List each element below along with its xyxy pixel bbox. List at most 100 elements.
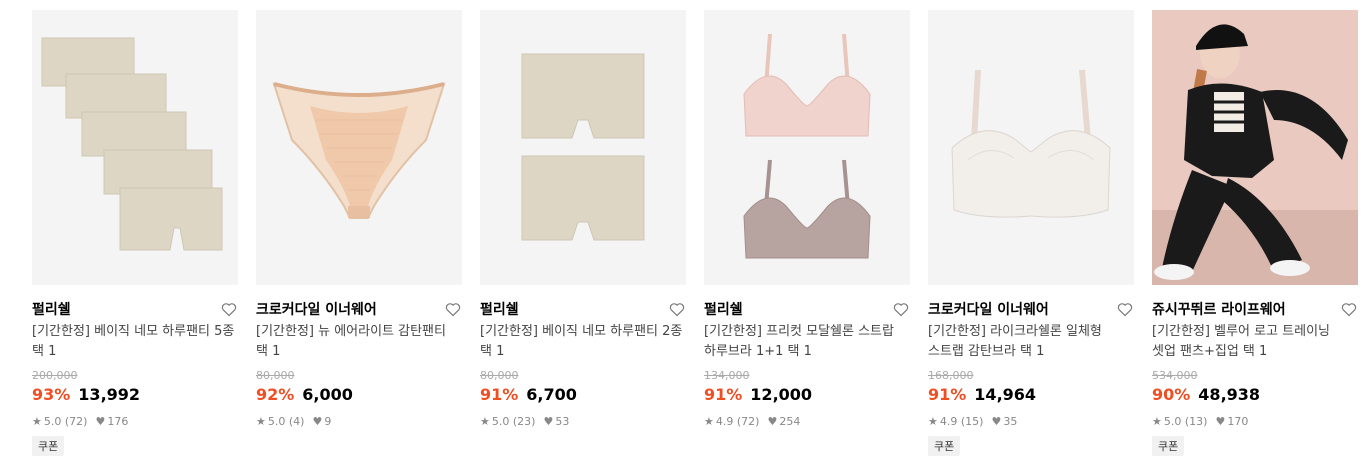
product-image[interactable] [480, 10, 686, 285]
discount-rate: 91% [928, 385, 967, 404]
discount-rate: 91% [480, 385, 519, 404]
product-image[interactable] [256, 10, 462, 285]
price-row: 91% 12,000 [704, 385, 910, 407]
brand-name[interactable]: 펄리쉘 [704, 299, 743, 319]
sale-price: 13,992 [78, 385, 141, 404]
product-image[interactable] [1152, 10, 1358, 285]
product-name[interactable]: [기간한정] 프리컷 모달쉘론 스트랍 하루브라 1+1 택 1 [704, 322, 910, 362]
pink-and-mauve-bralettes-icon [704, 10, 910, 285]
review-meta: ★ 5.0 (4) ♥ 9 [256, 413, 462, 429]
sale-price: 6,000 [302, 385, 353, 404]
product-name[interactable]: [기간한정] 벨루어 로고 트레이닝 셋업 팬츠+집업 택 1 [1152, 322, 1358, 362]
product-name[interactable]: [기간한정] 뉴 에어라이트 감탄팬티 택 1 [256, 322, 462, 362]
price-row: 90% 48,938 [1152, 385, 1358, 407]
discount-rate: 90% [1152, 385, 1191, 404]
coupon-badge: 쿠폰 [1152, 436, 1185, 456]
price-row: 92% 6,000 [256, 385, 462, 407]
star-icon: ★ [256, 414, 266, 428]
product-name[interactable]: [기간한정] 라이크라쉘론 일체형 스트랩 감탄브라 택 1 [928, 322, 1134, 362]
price-row: 91% 14,964 [928, 385, 1134, 407]
like-count: 35 [1003, 414, 1018, 428]
heart-icon[interactable] [444, 300, 462, 318]
product-image[interactable] [32, 10, 238, 285]
brand-row: 펄리쉘 [704, 300, 910, 318]
heart-filled-icon: ♥ [543, 414, 554, 428]
star-icon: ★ [704, 414, 714, 428]
heart-filled-icon: ♥ [767, 414, 778, 428]
rating: 5.0 (13) [1163, 414, 1208, 428]
ivory-seamless-bra-icon [928, 10, 1134, 285]
brand-name[interactable]: 펄리쉘 [32, 299, 71, 319]
heart-filled-icon: ♥ [1215, 414, 1226, 428]
product-card[interactable]: 펄리쉘 [기간한정] 베이직 네모 하루팬티 2종 택 1 80,000 91%… [480, 10, 686, 429]
likes: ♥ 53 [543, 415, 569, 428]
likes: ♥ 35 [991, 415, 1017, 428]
review-meta: ★ 4.9 (15) ♥ 35 [928, 413, 1134, 429]
discount-rate: 92% [256, 385, 295, 404]
product-card[interactable]: 크로커다일 이너웨어 [기간한정] 뉴 에어라이트 감탄팬티 택 1 80,00… [256, 10, 462, 429]
price-row: 93% 13,992 [32, 385, 238, 407]
product-card[interactable]: 쥬시꾸뛰르 라이프웨어 [기간한정] 벨루어 로고 트레이닝 셋업 팬츠+집업 … [1152, 10, 1358, 456]
original-price: 80,000 [256, 369, 295, 382]
original-price: 200,000 [32, 369, 78, 382]
review-meta: ★ 5.0 (72) ♥ 176 [32, 413, 238, 429]
product-name[interactable]: [기간한정] 베이직 네모 하루팬티 2종 택 1 [480, 322, 686, 362]
coupon-badge: 쿠폰 [32, 436, 65, 456]
heart-filled-icon: ♥ [312, 414, 323, 428]
rating: 4.9 (72) [715, 414, 760, 428]
star-icon: ★ [32, 414, 42, 428]
sale-price: 48,938 [1198, 385, 1261, 404]
product-card[interactable]: 크로커다일 이너웨어 [기간한정] 라이크라쉘론 일체형 스트랩 감탄브라 택 … [928, 10, 1134, 456]
coupon-badge: 쿠폰 [928, 436, 961, 456]
peach-lace-panty-icon [256, 10, 462, 285]
like-count: 53 [555, 414, 570, 428]
original-price: 168,000 [928, 369, 974, 382]
heart-filled-icon: ♥ [991, 414, 1002, 428]
like-count: 9 [324, 414, 332, 428]
discount-rate: 91% [704, 385, 743, 404]
beige-boxer-briefs-stack-icon [32, 10, 238, 285]
discount-rate: 93% [32, 385, 71, 404]
product-name[interactable]: [기간한정] 베이직 네모 하루팬티 5종 택 1 [32, 322, 238, 362]
original-price: 80,000 [480, 369, 519, 382]
rating: 5.0 (4) [267, 414, 305, 428]
star-icon: ★ [928, 414, 938, 428]
sale-price: 14,964 [974, 385, 1037, 404]
like-count: 170 [1227, 414, 1249, 428]
original-price: 534,000 [1152, 369, 1198, 382]
beige-boxer-briefs-pair-icon [480, 10, 686, 285]
likes: ♥ 9 [312, 415, 331, 428]
brand-row: 펄리쉘 [32, 300, 238, 318]
product-card[interactable]: 펄리쉘 [기간한정] 프리컷 모달쉘론 스트랍 하루브라 1+1 택 1 134… [704, 10, 910, 429]
product-grid: 펄리쉘 [기간한정] 베이직 네모 하루팬티 5종 택 1 200,000 93… [0, 0, 1369, 469]
price-row: 91% 6,700 [480, 385, 686, 407]
brand-name[interactable]: 펄리쉘 [480, 299, 519, 319]
model-black-velour-tracksuit-icon [1152, 10, 1358, 285]
likes: ♥ 176 [95, 415, 128, 428]
like-count: 254 [779, 414, 801, 428]
like-count: 176 [107, 414, 129, 428]
brand-row: 크로커다일 이너웨어 [256, 300, 462, 318]
heart-icon[interactable] [668, 300, 686, 318]
star-icon: ★ [480, 414, 490, 428]
brand-row: 쥬시꾸뛰르 라이프웨어 [1152, 300, 1358, 318]
brand-name[interactable]: 크로커다일 이너웨어 [928, 299, 1049, 319]
heart-icon[interactable] [220, 300, 238, 318]
brand-row: 펄리쉘 [480, 300, 686, 318]
rating: 5.0 (72) [43, 414, 88, 428]
rating: 5.0 (23) [491, 414, 536, 428]
heart-icon[interactable] [1116, 300, 1134, 318]
product-card[interactable]: 펄리쉘 [기간한정] 베이직 네모 하루팬티 5종 택 1 200,000 93… [32, 10, 238, 456]
star-icon: ★ [1152, 414, 1162, 428]
brand-row: 크로커다일 이너웨어 [928, 300, 1134, 318]
review-meta: ★ 5.0 (13) ♥ 170 [1152, 413, 1358, 429]
brand-name[interactable]: 크로커다일 이너웨어 [256, 299, 377, 319]
review-meta: ★ 4.9 (72) ♥ 254 [704, 413, 910, 429]
product-image[interactable] [704, 10, 910, 285]
brand-name[interactable]: 쥬시꾸뛰르 라이프웨어 [1152, 299, 1286, 319]
heart-icon[interactable] [1340, 300, 1358, 318]
product-image[interactable] [928, 10, 1134, 285]
review-meta: ★ 5.0 (23) ♥ 53 [480, 413, 686, 429]
heart-icon[interactable] [892, 300, 910, 318]
likes: ♥ 170 [1215, 415, 1248, 428]
